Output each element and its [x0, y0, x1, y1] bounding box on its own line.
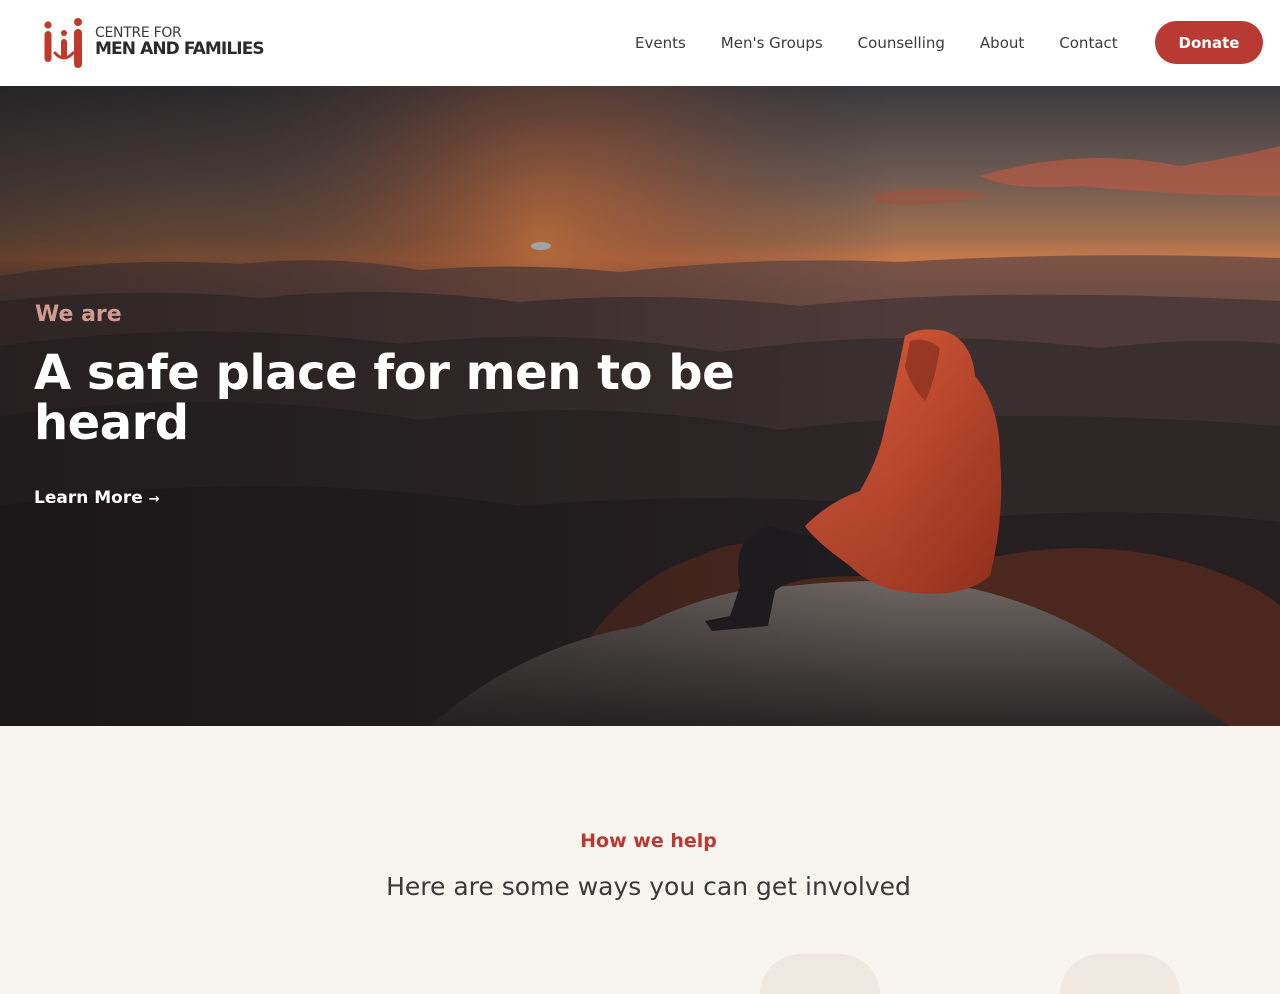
donate-button[interactable]: Donate [1155, 21, 1263, 64]
arrow-right-icon: → [148, 492, 160, 507]
nav-contact[interactable]: Contact [1059, 34, 1117, 52]
site-header: CENTRE FOR MEN AND FAMILIES Events Men's… [0, 0, 1280, 86]
help-eyebrow: How we help [580, 830, 717, 852]
logo-wordmark: CENTRE FOR MEN AND FAMILIES [95, 25, 265, 59]
help-card-peek [760, 954, 880, 994]
logo-line-1: CENTRE FOR [95, 25, 182, 41]
nav-mens-groups[interactable]: Men's Groups [721, 34, 823, 52]
help-card-peek [1060, 954, 1180, 994]
site-logo[interactable]: CENTRE FOR MEN AND FAMILIES [42, 17, 292, 69]
hero-banner: We are A safe place for men to be heard … [0, 86, 1280, 726]
learn-more-label: Learn More [34, 488, 143, 508]
nav-events[interactable]: Events [635, 34, 686, 52]
learn-more-link[interactable]: Learn More → [34, 488, 160, 508]
how-we-help-section: How we help Here are some ways you can g… [0, 726, 1280, 994]
hero-eyebrow: We are [35, 302, 122, 327]
nav-about[interactable]: About [980, 34, 1024, 52]
main-nav: Events Men's Groups Counselling About Co… [610, 0, 1153, 86]
family-figures-icon [44, 18, 82, 68]
nav-counselling[interactable]: Counselling [858, 34, 945, 52]
logo-line-2: MEN AND FAMILIES [95, 39, 265, 59]
hero-title: A safe place for men to be heard [34, 345, 735, 451]
help-title: Here are some ways you can get involved [386, 872, 911, 901]
